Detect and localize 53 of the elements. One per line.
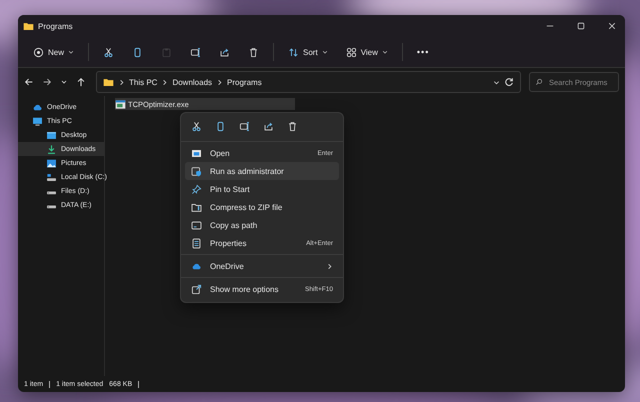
scissors-icon (103, 46, 114, 58)
share-icon (219, 46, 230, 58)
clipboard-icon (161, 46, 172, 58)
sort-button[interactable]: Sort (281, 44, 335, 60)
expand-icon (191, 284, 202, 294)
folder-icon (23, 20, 34, 32)
properties-icon (191, 238, 202, 248)
path-icon (191, 220, 202, 230)
trash-icon (248, 46, 260, 58)
refresh-icon[interactable] (504, 77, 514, 87)
breadcrumb[interactable]: Programs (227, 78, 262, 86)
desktop-icon (46, 130, 57, 140)
rename-icon (239, 120, 250, 132)
picture-icon (46, 158, 57, 168)
menu-item[interactable]: Copy as path (185, 216, 339, 234)
menu-item[interactable]: Compress to ZIP file (185, 198, 339, 216)
address-bar[interactable]: This PC Downloads Programs (96, 71, 521, 93)
folder-icon (103, 76, 114, 88)
menu-item[interactable]: Run as administrator (185, 162, 339, 180)
forward-icon[interactable] (42, 77, 52, 87)
menu-item[interactable]: OneDrive (185, 257, 339, 275)
search-icon (535, 78, 543, 86)
maximize-icon[interactable] (577, 22, 585, 30)
close-icon[interactable] (608, 22, 616, 30)
breadcrumb[interactable]: This PC (129, 78, 158, 86)
window-icon (191, 148, 202, 158)
chevron-icon (118, 78, 125, 86)
download-icon (46, 144, 57, 154)
sort-icon (288, 46, 300, 58)
share-icon (263, 120, 274, 132)
new-button[interactable]: New (26, 44, 82, 60)
trash-icon (287, 120, 298, 132)
application-icon (115, 98, 126, 110)
view-button[interactable]: View (338, 44, 395, 60)
grid-icon (346, 46, 357, 58)
pin-icon (191, 184, 202, 194)
copy-icon (215, 120, 226, 132)
monitor-icon (32, 116, 43, 126)
back-icon[interactable] (24, 77, 34, 87)
chevron-icon (161, 78, 168, 86)
up-icon[interactable] (76, 77, 86, 87)
zip-folder-icon (191, 202, 202, 212)
chevron-down-icon[interactable] (493, 78, 500, 86)
more-button[interactable]: ••• (410, 44, 436, 60)
drive-icon (46, 172, 57, 182)
breadcrumb[interactable]: Downloads (172, 78, 212, 86)
scissors-icon (191, 120, 202, 132)
copy-icon (132, 46, 144, 58)
rename-icon (190, 46, 202, 58)
chevron-icon (216, 78, 224, 86)
menu-item[interactable]: Pin to Start (185, 180, 339, 198)
window-title: Programs (38, 22, 73, 30)
shield-icon (191, 166, 202, 176)
